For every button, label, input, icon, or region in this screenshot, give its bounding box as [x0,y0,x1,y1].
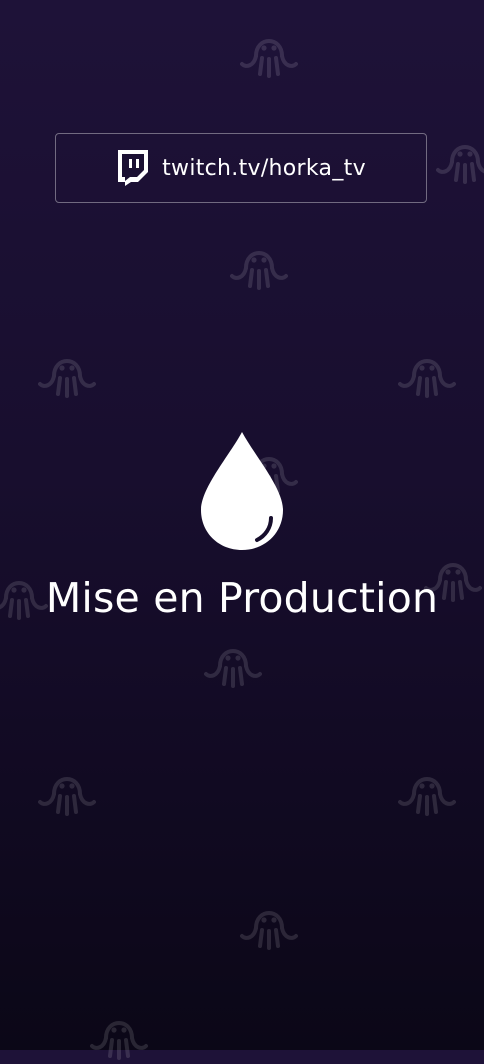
page-title: Mise en Production [45,574,439,622]
octopus-icon [394,342,460,402]
octopus-icon [34,342,100,402]
twitch-icon [116,150,149,186]
water-drop-icon [199,430,285,552]
octopus-icon [34,760,100,820]
octopus-icon [394,760,460,820]
twitch-link-label: twitch.tv/horka_tv [162,155,366,181]
octopus-icon [432,128,484,188]
octopus-icon [236,22,302,82]
octopus-icon [86,1004,152,1064]
octopus-icon [200,632,266,692]
octopus-icon [226,234,292,294]
twitch-link-button[interactable]: twitch.tv/horka_tv [55,133,427,203]
octopus-icon [236,894,302,954]
